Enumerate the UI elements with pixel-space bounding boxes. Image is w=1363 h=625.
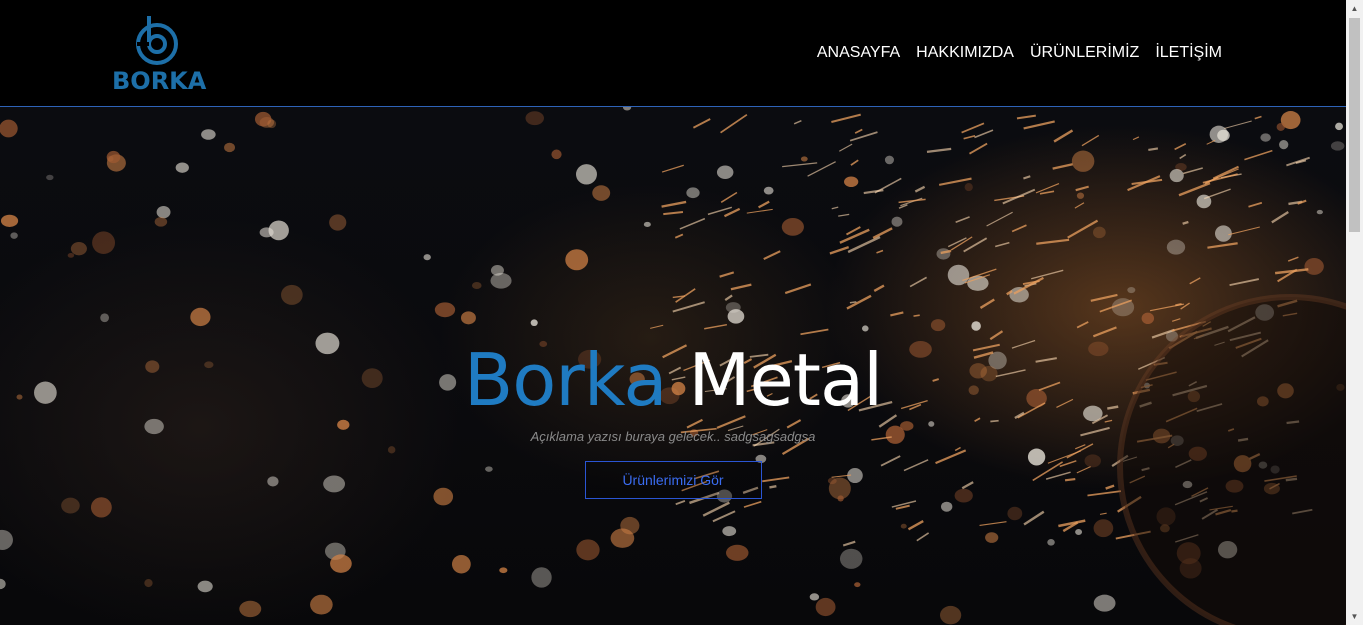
scrollbar-thumb[interactable] xyxy=(1349,18,1360,232)
borka-logo-icon xyxy=(136,16,178,65)
scroll-up-icon[interactable]: ▲ xyxy=(1346,0,1363,17)
nav-item-hakkimizda[interactable]: HAKKIMIZDA xyxy=(916,44,1014,62)
scroll-down-icon[interactable]: ▼ xyxy=(1346,608,1363,625)
hero-section: Borka Metal Açıklama yazısı buraya gelec… xyxy=(0,107,1346,625)
hero-title-brand: Borka xyxy=(463,338,668,422)
site-header: BORKA ANASAYFA HAKKIMIZDA ÜRÜNLERİMİZ İL… xyxy=(0,0,1346,107)
hero-title: Borka Metal xyxy=(0,339,1346,421)
hero-title-metal: Metal xyxy=(688,338,883,422)
nav-item-urunlerimiz[interactable]: ÜRÜNLERİMİZ xyxy=(1030,44,1139,62)
brand-name: BORKA xyxy=(112,67,207,95)
page: BORKA ANASAYFA HAKKIMIZDA ÜRÜNLERİMİZ İL… xyxy=(0,0,1363,625)
brand-logo[interactable]: BORKA xyxy=(112,12,207,96)
nav-item-anasayfa[interactable]: ANASAYFA xyxy=(817,44,900,62)
vertical-scrollbar[interactable]: ▲ ▼ xyxy=(1346,0,1363,625)
view-products-button[interactable]: Ürünlerimizi Gör xyxy=(584,461,762,499)
nav-item-iletisim[interactable]: İLETİŞİM xyxy=(1155,44,1222,62)
hero-subtitle: Açıklama yazısı buraya gelecek.. sadgsag… xyxy=(530,429,816,444)
hero-content: Borka Metal Açıklama yazısı buraya gelec… xyxy=(0,339,1346,499)
main-nav: ANASAYFA HAKKIMIZDA ÜRÜNLERİMİZ İLETİŞİM xyxy=(817,44,1222,62)
